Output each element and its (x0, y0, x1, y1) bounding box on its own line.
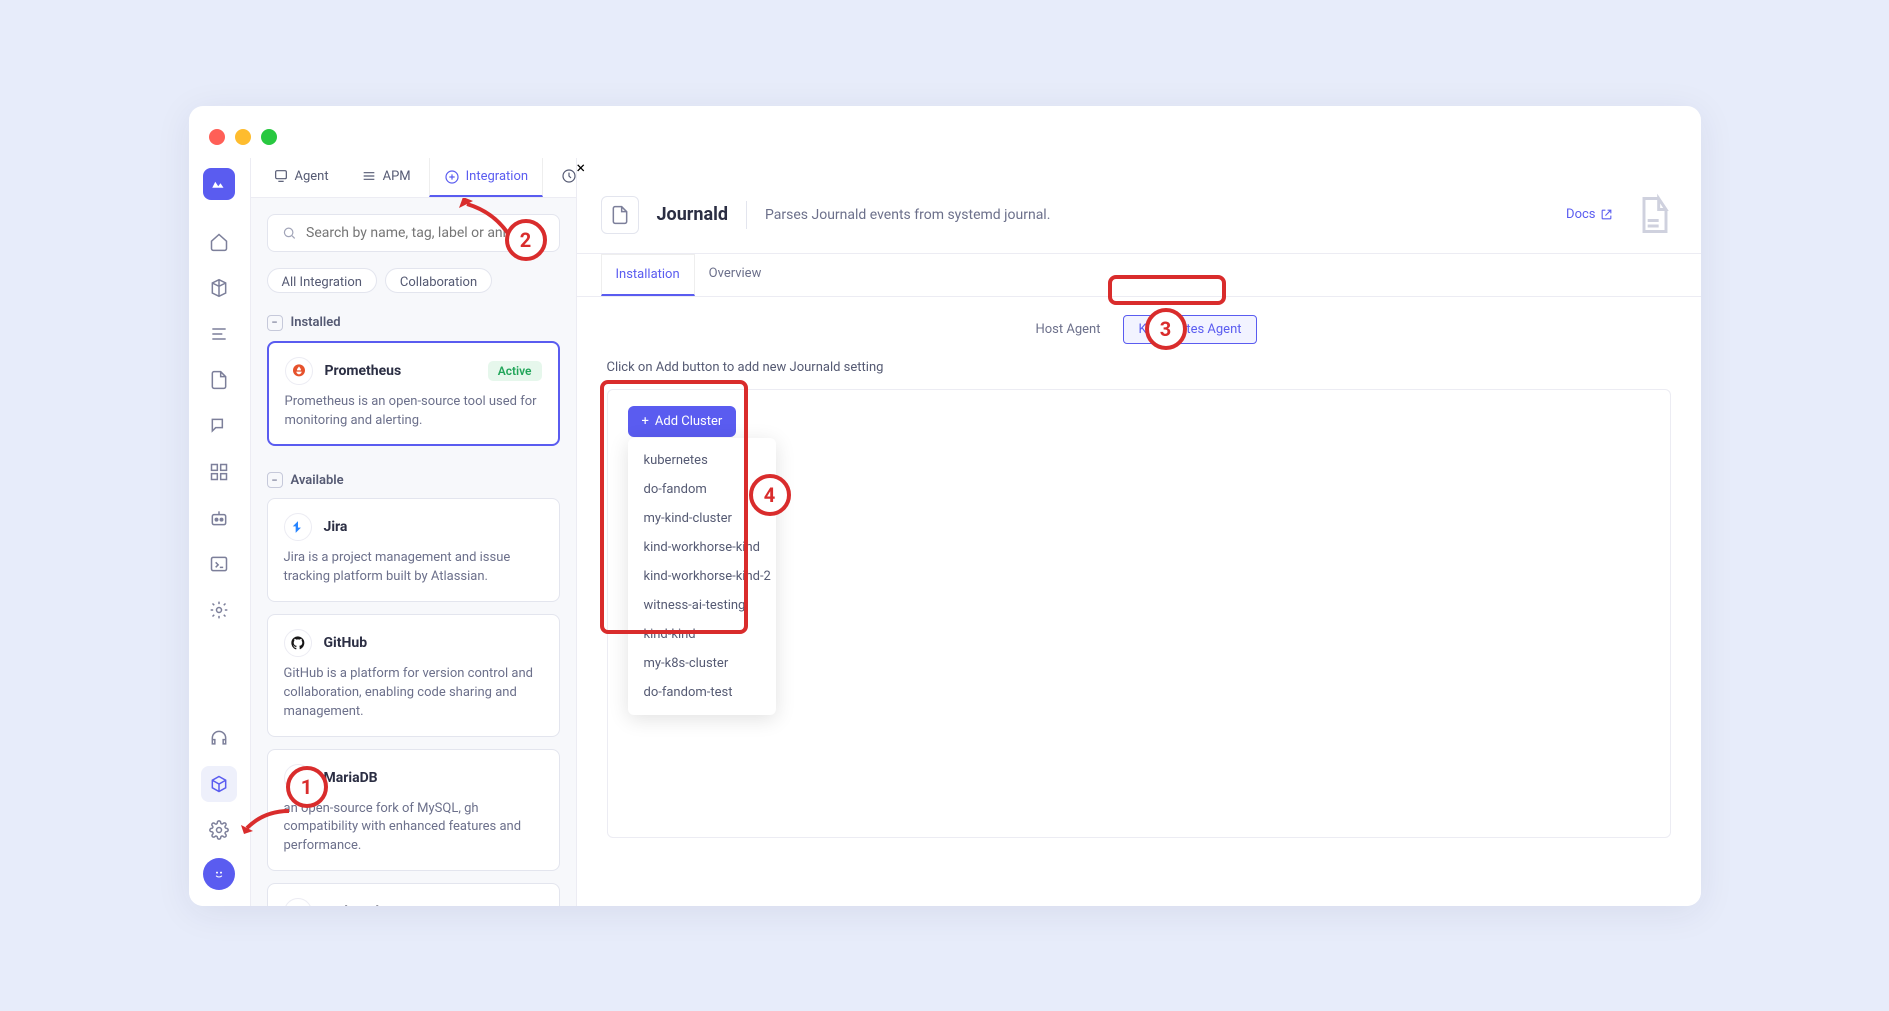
app-body: Agent APM Integration RUM (189, 106, 1701, 906)
tab-integration[interactable]: Integration (429, 158, 543, 198)
filter-row: All Integration Collaboration (251, 268, 576, 305)
tab-installation[interactable]: Installation (601, 254, 695, 296)
maximize-window-icon[interactable] (261, 129, 277, 145)
card-jira[interactable]: Jira Jira is a project management and is… (267, 498, 560, 602)
card-prometheus-desc: Prometheus is an open-source tool used f… (285, 393, 542, 431)
github-icon (284, 629, 312, 657)
cluster-option[interactable]: do-fandom (628, 475, 776, 504)
nav-home-icon[interactable] (201, 224, 237, 260)
card-github[interactable]: GitHub GitHub is a platform for version … (267, 614, 560, 737)
tab-integration-label: Integration (466, 169, 528, 184)
minimize-window-icon[interactable] (235, 129, 251, 145)
nav-gear-icon[interactable] (201, 592, 237, 628)
page-fold-icon (1633, 193, 1677, 237)
cluster-option[interactable]: kubernetes (628, 446, 776, 475)
redpanda-icon: R (284, 898, 312, 905)
external-link-icon (1600, 208, 1613, 221)
cluster-option[interactable]: my-k8s-cluster (628, 649, 776, 678)
tab-overview[interactable]: Overview (695, 254, 776, 296)
plus-icon: + (642, 414, 649, 429)
collapse-icon: − (267, 315, 283, 331)
tab-apm-label: APM (383, 169, 411, 184)
window-controls (209, 129, 277, 145)
section-available-header[interactable]: − Available (251, 462, 576, 498)
top-tabs: Agent APM Integration RUM (251, 158, 576, 198)
cluster-option[interactable]: kind-workhorse-kind (628, 533, 776, 562)
close-window-icon[interactable] (209, 129, 225, 145)
integrations-list-panel: Agent APM Integration RUM (251, 158, 577, 906)
mariadb-icon (284, 764, 312, 792)
search-input-box[interactable] (267, 214, 560, 252)
nav-file-icon[interactable] (201, 362, 237, 398)
tab-agent[interactable]: Agent (259, 158, 343, 198)
cluster-option[interactable]: do-fandom-test (628, 678, 776, 707)
cluster-option[interactable]: kind-workhorse-kind-2 (628, 562, 776, 591)
card-mariadb[interactable]: MariaDB an open-source fork of MySQL, gh… (267, 749, 560, 872)
tab-agent-label: Agent (295, 169, 329, 184)
detail-panel: × Journald Parses Journald events from s… (577, 158, 1701, 906)
search-icon (282, 225, 297, 241)
host-agent-button[interactable]: Host Agent (1020, 315, 1115, 344)
section-installed-header[interactable]: − Installed (251, 305, 576, 341)
card-prometheus-name: Prometheus (325, 363, 402, 379)
cluster-option[interactable]: witness-ai-testing (628, 591, 776, 620)
card-mariadb-desc: an open-source fork of MySQL, gh compati… (284, 800, 543, 857)
section-installed-label: Installed (291, 315, 341, 330)
search-input[interactable] (306, 225, 544, 241)
card-mariadb-name: MariaDB (324, 770, 378, 786)
app-logo-icon[interactable] (203, 168, 235, 200)
nav-cube-icon[interactable] (201, 270, 237, 306)
cluster-option[interactable]: kind-kind (628, 620, 776, 649)
card-redpanda[interactable]: R Redpanda (267, 883, 560, 905)
nav-chat-icon[interactable] (203, 858, 235, 890)
detail-subtitle: Parses Journald events from systemd jour… (765, 207, 1050, 223)
card-jira-name: Jira (324, 519, 348, 535)
title-divider (746, 201, 747, 229)
detail-title: Journald (657, 204, 729, 225)
journald-icon (601, 196, 639, 234)
card-redpanda-name: Redpanda (324, 904, 387, 905)
app-window: Agent APM Integration RUM (189, 106, 1701, 906)
prometheus-icon (285, 357, 313, 385)
nav-settings-icon[interactable] (201, 812, 237, 848)
cluster-option[interactable]: my-kind-cluster (628, 504, 776, 533)
agent-toggle-row: Host Agent Kubernetes Agent (577, 297, 1701, 354)
filter-all[interactable]: All Integration (267, 268, 377, 293)
cluster-area: + Add Cluster kubernetesdo-fandommy-kind… (607, 389, 1671, 838)
add-cluster-button[interactable]: + Add Cluster (628, 406, 737, 437)
nav-rail (189, 158, 251, 906)
filter-collab[interactable]: Collaboration (385, 268, 492, 293)
detail-tabs: Installation Overview (577, 254, 1701, 297)
cluster-dropdown: kubernetesdo-fandommy-kind-clusterkind-w… (628, 438, 776, 715)
nav-lines-icon[interactable] (201, 316, 237, 352)
nav-package-icon[interactable] (201, 766, 237, 802)
nav-dashboard-icon[interactable] (201, 454, 237, 490)
add-cluster-label: Add Cluster (655, 414, 722, 429)
card-github-name: GitHub (324, 635, 368, 651)
instruction-text: Click on Add button to add new Journald … (577, 354, 1701, 389)
kubernetes-agent-button[interactable]: Kubernetes Agent (1123, 315, 1256, 344)
nav-terminal-icon[interactable] (201, 546, 237, 582)
card-prometheus[interactable]: Prometheus Active Prometheus is an open-… (267, 341, 560, 447)
section-available-label: Available (291, 473, 344, 488)
detail-header: Journald Parses Journald events from sys… (577, 177, 1701, 254)
card-github-desc: GitHub is a platform for version control… (284, 665, 543, 722)
close-icon[interactable]: × (577, 158, 1701, 177)
card-prometheus-badge: Active (488, 361, 542, 381)
nav-bot-icon[interactable] (201, 500, 237, 536)
jira-icon (284, 513, 312, 541)
card-jira-desc: Jira is a project management and issue t… (284, 549, 543, 587)
docs-link[interactable]: Docs (1566, 207, 1612, 222)
nav-alert-icon[interactable] (201, 408, 237, 444)
collapse-icon: − (267, 472, 283, 488)
tab-apm[interactable]: APM (347, 158, 425, 198)
tab-rum[interactable]: RUM (547, 158, 576, 198)
nav-headset-icon[interactable] (201, 720, 237, 756)
